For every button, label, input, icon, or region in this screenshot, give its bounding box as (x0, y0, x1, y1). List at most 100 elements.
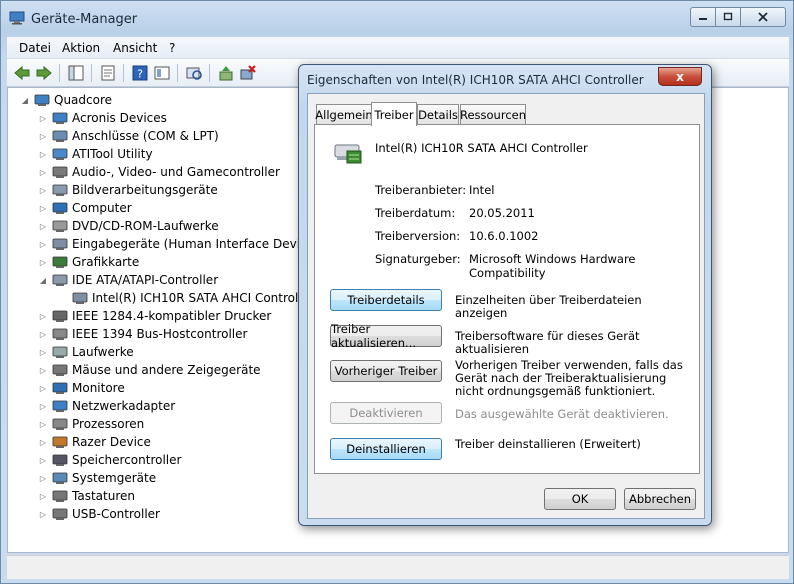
collapsed-arrow-icon[interactable]: ▷ (38, 474, 48, 483)
tree-item-label: Anschlüsse (COM & LPT) (72, 129, 219, 143)
update-driver-icon[interactable] (217, 64, 235, 82)
tree-item[interactable]: ▷ Razer Device (38, 433, 151, 451)
tree-item-label: Mäuse und andere Zeigegeräte (72, 363, 261, 377)
tree-item[interactable]: ▷ Tastaturen (38, 487, 135, 505)
tree-item[interactable]: ▷ Anschlüsse (COM & LPT) (38, 127, 219, 145)
tree-item[interactable]: ▷ DVD/CD-ROM-Laufwerke (38, 217, 219, 235)
collapsed-arrow-icon[interactable]: ▷ (38, 312, 48, 321)
disable-device-button[interactable]: Deaktivieren (330, 402, 442, 424)
cancel-button[interactable]: Abbrechen (624, 488, 696, 510)
collapsed-arrow-icon[interactable]: ▷ (38, 402, 48, 411)
collapsed-arrow-icon[interactable]: ▷ (38, 438, 48, 447)
collapsed-arrow-icon[interactable]: ▷ (38, 348, 48, 357)
collapsed-arrow-icon[interactable]: ▷ (38, 420, 48, 429)
tree-item[interactable]: ▷ Computer (38, 199, 132, 217)
tab-treiber[interactable]: Treiber (371, 102, 417, 126)
tree-item-label: Speichercontroller (72, 453, 182, 467)
tab-allgemein[interactable]: Allgemein (315, 104, 373, 124)
collapsed-arrow-icon[interactable]: ▷ (38, 456, 48, 465)
tree-item-label: Bildverarbeitungsgeräte (72, 183, 218, 197)
tree-item[interactable]: ▷ IEEE 1284.4-kompatibler Drucker (38, 307, 271, 325)
collapsed-arrow-icon[interactable]: ▷ (38, 384, 48, 393)
dialog-close-button[interactable]: x (658, 67, 702, 86)
device-name: Intel(R) ICH10R SATA AHCI Controller (375, 141, 588, 155)
forward-arrow-icon[interactable] (35, 64, 53, 82)
tree-item[interactable]: ▷ Mäuse und andere Zeigegeräte (38, 361, 261, 379)
tree-root[interactable]: ◢ Quadcore (20, 91, 112, 109)
tree-item[interactable]: ▷ Bildverarbeitungsgeräte (38, 181, 218, 199)
collapsed-arrow-icon[interactable]: ▷ (38, 186, 48, 195)
tree-item[interactable]: ▷ Laufwerke (38, 343, 134, 361)
help-icon[interactable]: ? (131, 64, 149, 82)
collapsed-arrow-icon[interactable]: ▷ (38, 258, 48, 267)
tab-ressourcen[interactable]: Ressourcen (460, 104, 526, 124)
device-category-icon (52, 490, 68, 502)
tree-item[interactable]: ◢ IDE ATA/ATAPI-Controller (38, 271, 218, 289)
menu-bar: Datei Aktion Ansicht ? (7, 37, 789, 59)
disable-device-description: Das ausgewählte Gerät deaktivieren. (455, 407, 669, 421)
minimize-button[interactable] (690, 7, 716, 27)
expanded-arrow-icon[interactable]: ◢ (20, 96, 30, 105)
toolbar-separator (59, 64, 60, 82)
device-category-icon (52, 238, 68, 250)
maximize-button[interactable] (715, 7, 741, 27)
collapsed-arrow-icon[interactable]: ▷ (38, 132, 48, 141)
collapsed-arrow-icon[interactable]: ▷ (38, 240, 48, 249)
collapsed-arrow-icon[interactable]: ▷ (38, 330, 48, 339)
tab-details[interactable]: Details (417, 104, 459, 124)
tree-item-label: Computer (72, 201, 132, 215)
menu-aktion[interactable]: Aktion (62, 41, 100, 55)
driver-date-label: Treiberdatum: (375, 206, 456, 220)
back-arrow-icon[interactable] (13, 64, 31, 82)
view-icon[interactable] (153, 64, 171, 82)
collapsed-arrow-icon[interactable]: ▷ (38, 114, 48, 123)
tree-item[interactable]: ▷ Netzwerkadapter (38, 397, 175, 415)
close-button[interactable] (740, 7, 786, 27)
collapsed-arrow-icon[interactable]: ▷ (38, 510, 48, 519)
collapsed-arrow-icon[interactable]: ▷ (38, 492, 48, 501)
ok-button[interactable]: OK (544, 488, 616, 510)
tree-item-label: Quadcore (54, 93, 113, 107)
tree-item[interactable]: ▷ Eingabegeräte (Human Interface Devices) (38, 235, 325, 253)
device-category-icon (52, 400, 68, 412)
tree-item[interactable]: ▷ USB-Controller (38, 505, 160, 523)
collapsed-arrow-icon[interactable]: ▷ (38, 204, 48, 213)
collapsed-arrow-icon[interactable]: ▷ (38, 168, 48, 177)
tree-child-item[interactable]: Intel(R) ICH10R SATA AHCI Controller (58, 289, 314, 307)
roll-back-driver-button[interactable]: Vorheriger Treiber (330, 360, 442, 382)
device-category-icon (52, 364, 68, 376)
tree-item-label: Acronis Devices (72, 111, 167, 125)
collapsed-arrow-icon[interactable]: ▷ (38, 150, 48, 159)
show-hide-tree-icon[interactable] (67, 64, 85, 82)
tree-item[interactable]: ▷ Audio-, Video- und Gamecontroller (38, 163, 280, 181)
driver-details-button[interactable]: Treiberdetails (330, 289, 442, 311)
uninstall-device-icon[interactable] (239, 64, 257, 82)
menu-help[interactable]: ? (169, 41, 175, 55)
dialog-title: Eigenschaften von Intel(R) ICH10R SATA A… (307, 73, 644, 87)
tree-item[interactable]: ▷ Systemgeräte (38, 469, 156, 487)
collapsed-arrow-icon[interactable]: ▷ (38, 366, 48, 375)
menu-ansicht[interactable]: Ansicht (113, 41, 157, 55)
scan-hardware-icon[interactable] (185, 64, 203, 82)
tree-item[interactable]: ▷ Monitore (38, 379, 125, 397)
expanded-arrow-icon[interactable]: ◢ (38, 276, 48, 285)
menu-datei[interactable]: Datei (19, 41, 51, 55)
title-bar[interactable]: Geräte-Manager (1, 1, 793, 35)
toolbar-separator (177, 64, 178, 82)
device-category-icon (52, 382, 68, 394)
tree-item-label: IEEE 1284.4-kompatibler Drucker (72, 309, 272, 323)
tree-item[interactable]: ▷ IEEE 1394 Bus-Hostcontroller (38, 325, 248, 343)
update-driver-button[interactable]: Treiber aktualisieren... (330, 322, 442, 350)
tree-item-label: Audio-, Video- und Gamecontroller (72, 165, 280, 179)
tree-item[interactable]: ▷ Prozessoren (38, 415, 144, 433)
tree-item[interactable]: ▷ Grafikkarte (38, 253, 139, 271)
tree-item[interactable]: ▷ ATITool Utility (38, 145, 153, 163)
properties-icon[interactable] (99, 64, 117, 82)
collapsed-arrow-icon[interactable]: ▷ (38, 222, 48, 231)
tree-item[interactable]: ▷ Speichercontroller (38, 451, 182, 469)
tree-item[interactable]: ▷ Acronis Devices (38, 109, 167, 127)
driver-version-value: 10.6.0.1002 (469, 229, 539, 243)
uninstall-button[interactable]: Deinstallieren (330, 438, 442, 460)
device-category-icon (52, 202, 68, 214)
storage-controller-icon (334, 144, 362, 164)
